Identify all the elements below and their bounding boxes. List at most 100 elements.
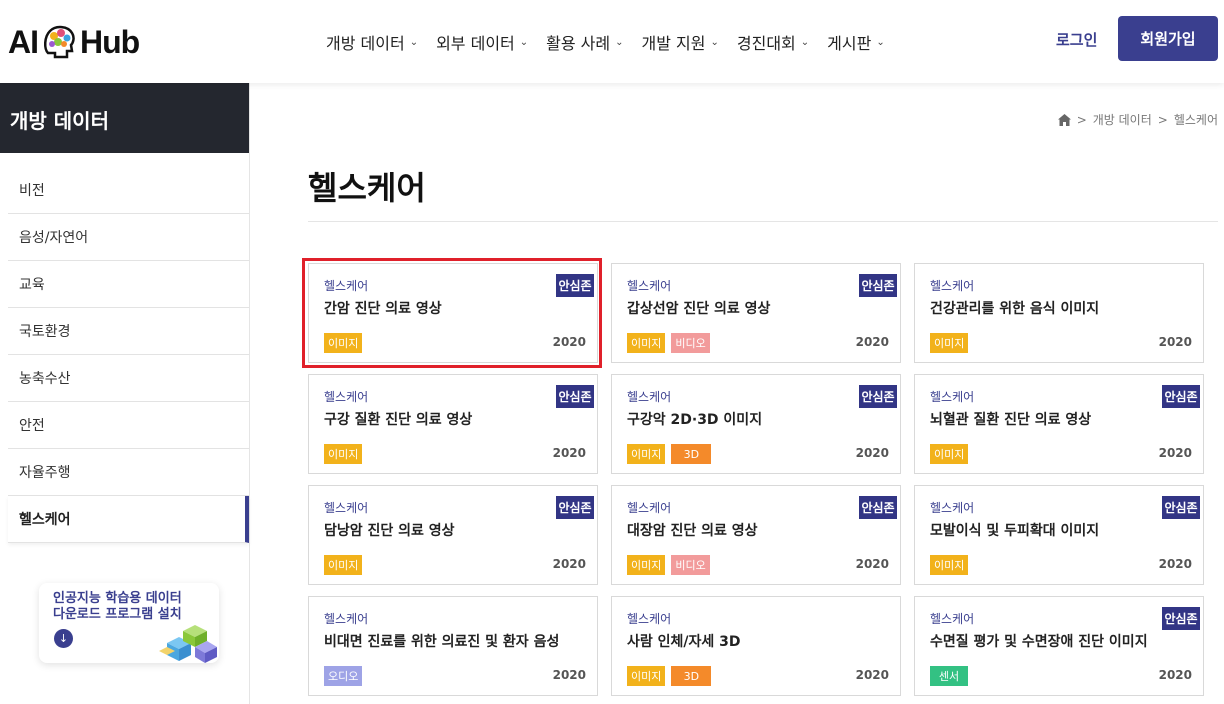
- card-year: 2020: [552, 446, 586, 460]
- card-title[interactable]: 구강악 2D·3D 이미지: [627, 409, 762, 429]
- data-type-tag: 이미지: [324, 555, 363, 575]
- card-tags: 이미지: [324, 444, 363, 464]
- chevron-down-icon: ⌄: [615, 36, 624, 48]
- nav-open-data[interactable]: 개방 데이터 ⌄: [326, 30, 418, 54]
- dataset-card[interactable]: 헬스케어 비대면 진료를 위한 의료진 및 환자 음성 오디오 2020: [308, 596, 598, 696]
- download-arrow-icon[interactable]: ↓: [54, 629, 73, 648]
- card-tags: 이미지: [930, 444, 969, 464]
- card-title[interactable]: 비대면 진료를 위한 의료진 및 환자 음성: [324, 631, 559, 651]
- dataset-card[interactable]: 헬스케어 뇌혈관 질환 진단 의료 영상 안심존 이미지 2020: [914, 374, 1204, 474]
- sidebar-item-land-environment[interactable]: 국토환경: [8, 308, 249, 355]
- data-blocks-illustration: [159, 625, 217, 663]
- dataset-card[interactable]: 헬스케어간암 진단 의료 영상 안심존이미지 2020: [308, 263, 598, 363]
- nav-label: 활용 사례: [546, 34, 611, 53]
- data-type-tag: 이미지: [324, 444, 363, 464]
- data-type-tag: 이미지: [627, 333, 666, 353]
- sidebar-item-safety[interactable]: 안전: [8, 402, 249, 449]
- card-category: 헬스케어: [324, 390, 369, 404]
- card-title[interactable]: 모발이식 및 두피확대 이미지: [930, 520, 1099, 540]
- card-year: 2020: [1158, 446, 1192, 460]
- card-title[interactable]: 간암 진단 의료 영상: [324, 298, 442, 318]
- card-tags: 이미지 3D: [627, 666, 712, 686]
- chevron-down-icon: ⌄: [800, 36, 810, 48]
- card-title[interactable]: 사람 인체/자세 3D: [627, 631, 741, 651]
- card-title[interactable]: 구강 질환 진단 의료 영상: [324, 409, 472, 429]
- sidebar-menu: 비전 음성/자연어 교육 국토환경 농축수산 안전 자율주행 헬스케어: [8, 167, 249, 543]
- card-title[interactable]: 갑상선암 진단 의료 영상: [627, 298, 770, 318]
- data-type-tag: 이미지: [627, 444, 666, 464]
- card-year: 2020: [1158, 335, 1192, 349]
- card-tags: 오디오: [324, 666, 363, 686]
- card-tags: 이미지: [930, 333, 969, 353]
- sidebar-item-healthcare[interactable]: 헬스케어: [8, 496, 249, 543]
- safe-zone-badge: 안심존: [1162, 607, 1200, 630]
- card-year: 2020: [855, 557, 889, 571]
- card-category: 헬스케어: [627, 612, 672, 626]
- card-year: 2020: [552, 335, 586, 349]
- nav-external-data[interactable]: 외부 데이터 ⌄: [436, 30, 528, 54]
- card-year: 2020: [855, 446, 889, 460]
- card-category: 헬스케어: [324, 279, 369, 293]
- logo-text-ai: AI: [8, 23, 39, 60]
- dataset-card[interactable]: 헬스케어 구강 질환 진단 의료 영상 안심존 이미지 2020: [308, 374, 598, 474]
- card-title[interactable]: 대장암 진단 의료 영상: [627, 520, 758, 540]
- card-year: 2020: [552, 557, 586, 571]
- chevron-down-icon: ⌄: [519, 36, 529, 48]
- card-year: 2020: [1158, 668, 1192, 682]
- card-title[interactable]: 뇌혈관 질환 진단 의료 영상: [930, 409, 1091, 429]
- nav-use-cases[interactable]: 활용 사례 ⌄: [546, 30, 623, 54]
- safe-zone-badge: 안심존: [859, 496, 897, 519]
- dataset-card[interactable]: 헬스케어 담낭암 진단 의료 영상 안심존 이미지 2020: [308, 485, 598, 585]
- card-title[interactable]: 건강관리를 위한 음식 이미지: [930, 298, 1099, 318]
- data-type-tag: 이미지: [930, 333, 969, 353]
- card-title[interactable]: 담낭암 진단 의료 영상: [324, 520, 455, 540]
- safe-zone-badge: 안심존: [556, 496, 594, 519]
- card-title[interactable]: 수면질 평가 및 수면장애 진단 이미지: [930, 631, 1148, 651]
- top-header: AI Hub 개방 데이터 ⌄ 외부 데이터 ⌄ 활용 사례 ⌄ 개발 지원 ⌄ 경진대…: [0, 0, 1224, 83]
- dataset-card[interactable]: 헬스케어건강관리를 위한 음식 이미지이미지 2020: [914, 263, 1204, 363]
- data-type-tag: 이미지: [627, 555, 666, 575]
- sidebar-item-education[interactable]: 교육: [8, 261, 249, 308]
- card-category: 헬스케어: [930, 279, 975, 293]
- data-type-tag: 3D: [671, 666, 712, 686]
- dataset-card[interactable]: 헬스케어사람 인체/자세 3D 이미지 3D 2020: [611, 596, 901, 696]
- download-program-banner[interactable]: 인공지능 학습용 데이터 다운로드 프로그램 설치 ↓: [39, 583, 219, 663]
- sidebar-item-vision[interactable]: 비전: [8, 167, 249, 214]
- dataset-card[interactable]: 헬스케어 대장암 진단 의료 영상 안심존 이미지 비디오 2020: [611, 485, 901, 585]
- promo-line-1: 인공지능 학습용 데이터: [53, 591, 182, 606]
- card-category: 헬스케어: [930, 501, 975, 515]
- nav-label: 개발 지원: [641, 34, 706, 53]
- card-category: 헬스케어: [930, 612, 975, 626]
- sidebar-item-speech-nlp[interactable]: 음성/자연어: [8, 214, 249, 261]
- nav-board[interactable]: 게시판 ⌄: [827, 30, 885, 54]
- sidebar-item-agri-fisheries[interactable]: 농축수산: [8, 355, 249, 402]
- signup-button[interactable]: 회원가입: [1118, 16, 1218, 61]
- card-year: 2020: [552, 668, 586, 682]
- nav-dev-support[interactable]: 개발 지원 ⌄: [642, 30, 719, 54]
- dataset-card[interactable]: 헬스케어 수면질 평가 및 수면장애 진단 이미지 안심존 센서 2020: [914, 596, 1204, 696]
- data-type-tag: 오디오: [324, 666, 363, 686]
- logo-text-hub: Hub: [80, 23, 140, 60]
- sidebar-item-autonomous-driving[interactable]: 자율주행: [8, 449, 249, 496]
- card-year: 2020: [855, 668, 889, 682]
- nav-contest[interactable]: 경진대회 ⌄: [737, 30, 809, 54]
- breadcrumb-open-data[interactable]: 개방 데이터: [1093, 111, 1152, 128]
- login-link[interactable]: 로그인: [1056, 29, 1097, 50]
- breadcrumb-separator: >: [1157, 112, 1168, 127]
- card-tags: 이미지: [324, 333, 363, 353]
- dataset-card[interactable]: 헬스케어 갑상선암 진단 의료 영상 안심존 이미지 비디오 2020: [611, 263, 901, 363]
- dataset-card[interactable]: 헬스케어 구강악 2D·3D 이미지 안심존 이미지 3D 2020: [611, 374, 901, 474]
- chevron-down-icon: ⌄: [409, 36, 419, 48]
- safe-zone-badge: 안심존: [556, 274, 594, 297]
- nav-label: 게시판: [827, 34, 872, 53]
- breadcrumb-separator: >: [1076, 112, 1087, 127]
- card-tags: 이미지 비디오: [627, 555, 710, 575]
- chevron-down-icon: ⌄: [710, 36, 719, 48]
- aihub-logo[interactable]: AI Hub: [8, 20, 140, 64]
- breadcrumb-healthcare[interactable]: 헬스케어: [1174, 111, 1218, 128]
- dataset-card[interactable]: 헬스케어 모발이식 및 두피확대 이미지 안심존 이미지 2020: [914, 485, 1204, 585]
- data-type-tag: 이미지: [627, 666, 666, 686]
- data-type-tag: 이미지: [324, 333, 363, 353]
- safe-zone-badge: 안심존: [859, 274, 897, 297]
- home-icon[interactable]: [1057, 113, 1071, 126]
